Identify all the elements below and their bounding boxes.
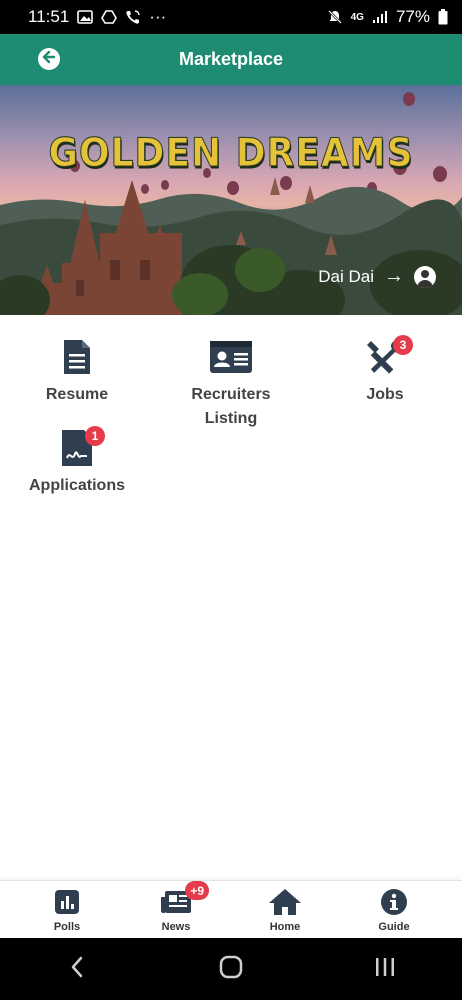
nav-home[interactable]: Home [245,888,325,933]
signal-icon [372,10,388,24]
home-icon [268,888,302,921]
news-badge: +9 [185,881,209,900]
nav-label: News [161,921,191,933]
id-card-icon [209,340,253,379]
nav-news[interactable]: +9 News [136,881,216,933]
recents-icon [374,957,396,982]
battery-icon [438,9,448,25]
nav-guide[interactable]: Guide [354,888,434,933]
tile-resume[interactable]: Resume [37,337,117,407]
back-button[interactable] [38,48,60,70]
nav-label: Home [269,921,301,933]
status-time: 11:51 [28,7,70,26]
network-type: 4G [350,11,364,23]
wifi-call-icon [125,9,141,25]
tile-jobs[interactable]: 3 Jobs [345,335,425,407]
info-circle-icon [380,888,408,921]
nav-label: Polls [53,921,81,933]
battery-level: 77% [395,7,430,26]
system-back-button[interactable] [47,949,107,989]
banner-title: GOLDEN DREAMS [48,130,414,177]
system-nav-bar [0,938,462,1000]
file-icon [62,338,92,381]
nav-polls[interactable]: Polls [27,889,107,933]
tile-recruiters-listing[interactable]: Recruiters Listing [181,337,281,431]
tile-label: Jobs [366,386,404,403]
user-circle-icon [414,265,436,288]
more-notifications-icon: ··· [149,7,167,26]
status-bar: 11:51 ··· 4G 77% [0,0,462,34]
nav-label: Guide [378,921,410,933]
arrow-left-icon [42,50,56,69]
applications-badge: 1 [85,426,105,446]
jobs-badge: 3 [393,335,413,355]
app-header: Marketplace [0,34,462,85]
gallery-icon [77,10,94,24]
page-title: Marketplace [178,49,284,69]
user-profile-link[interactable]: Dai Dai → [318,265,436,288]
mute-icon [327,9,343,25]
tile-label: Applications [28,477,125,494]
tile-applications[interactable]: 1 Applications [27,426,127,498]
poll-icon [54,889,80,920]
chevron-left-icon [70,956,84,983]
tile-label: Recruiters Listing [191,386,271,427]
system-recents-button[interactable] [355,949,415,989]
tile-label: Resume [45,386,109,403]
rounded-square-icon [219,955,243,984]
system-home-button[interactable] [201,949,261,989]
bottom-nav: Polls +9 News Home Guide [0,880,462,938]
drive-icon [101,10,118,24]
user-name: Dai Dai [318,266,374,286]
hero-banner: GOLDEN DREAMS Dai Dai → [0,85,462,315]
arrow-right-icon: → [384,265,404,287]
